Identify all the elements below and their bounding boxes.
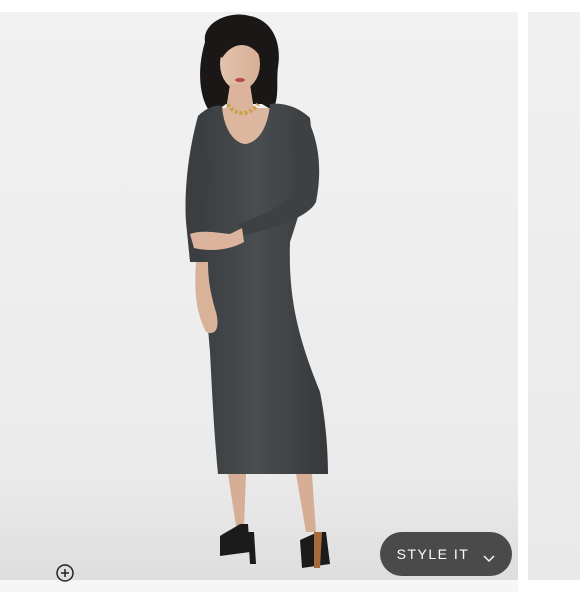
next-image-peek[interactable] (528, 12, 580, 580)
lips (235, 78, 245, 82)
right-leg (296, 474, 316, 532)
model-photo (185, 14, 330, 568)
left-leg (228, 474, 246, 526)
chevron-down-icon (483, 550, 495, 562)
left-sandal (220, 524, 250, 556)
product-image-gallery: STYLE IT (0, 0, 580, 592)
zoom-in-icon[interactable] (55, 563, 75, 583)
style-it-button[interactable]: STYLE IT (380, 532, 512, 576)
left-heel (248, 532, 256, 564)
style-it-label: STYLE IT (396, 546, 470, 562)
